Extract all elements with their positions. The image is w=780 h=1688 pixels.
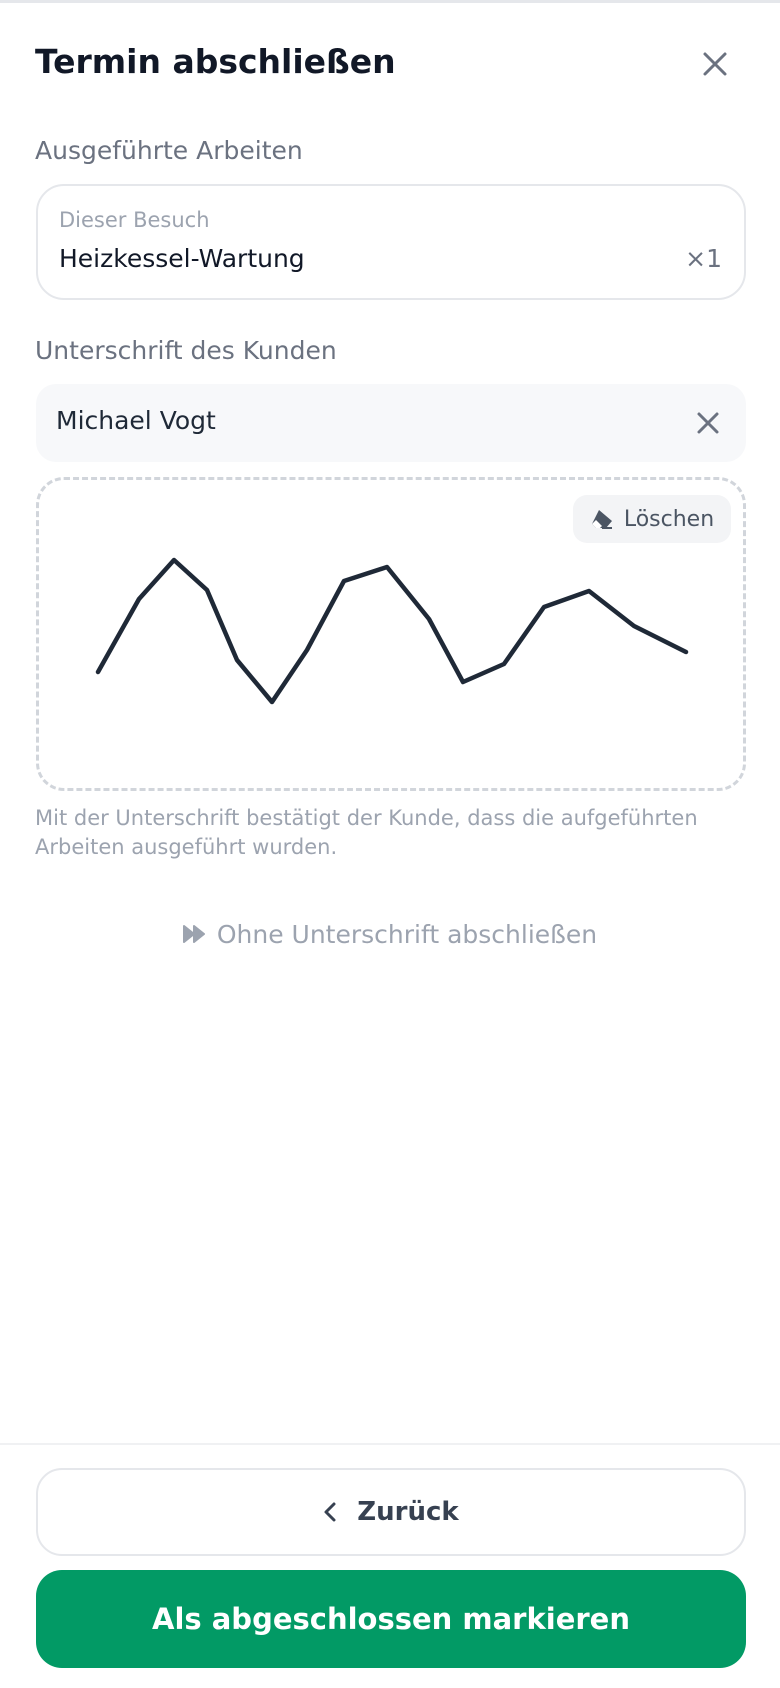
fast-forward-icon bbox=[182, 925, 205, 943]
footer-divider bbox=[0, 1443, 780, 1445]
close-icon bbox=[703, 52, 727, 76]
clear-signature-label: Löschen bbox=[623, 506, 715, 532]
signer-name-field[interactable]: Michael Vogt bbox=[36, 384, 746, 462]
work-section-label: Ausgeführte Arbeiten bbox=[35, 136, 303, 165]
signature-pad[interactable]: Löschen bbox=[36, 477, 746, 791]
back-button-label: Zurück bbox=[357, 1497, 459, 1527]
back-button[interactable]: Zurück bbox=[36, 1468, 746, 1556]
top-divider bbox=[0, 0, 780, 3]
skip-signature-link[interactable]: Ohne Unterschrift abschließen bbox=[0, 916, 780, 952]
signature-hint: Mit der Unterschrift bestätigt der Kunde… bbox=[35, 806, 698, 859]
complete-appointment-sheet: Termin abschließen Ausgeführte Arbeiten … bbox=[0, 0, 780, 1688]
mark-complete-label: Als abgeschlossen markieren bbox=[152, 1602, 630, 1636]
chevron-left-icon bbox=[324, 1502, 336, 1522]
work-item-quantity: ×1 bbox=[685, 244, 722, 273]
close-icon bbox=[697, 412, 719, 434]
signer-name-value: Michael Vogt bbox=[56, 406, 216, 435]
work-item-subtitle: Dieser Besuch bbox=[59, 208, 210, 232]
close-button[interactable] bbox=[695, 44, 735, 84]
clear-signature-button[interactable]: Löschen bbox=[573, 495, 731, 543]
work-item-name: Heizkessel-Wartung bbox=[59, 244, 305, 273]
page-title: Termin abschließen bbox=[35, 42, 396, 81]
clear-name-button[interactable] bbox=[688, 403, 728, 443]
mark-complete-button[interactable]: Als abgeschlossen markieren bbox=[36, 1570, 746, 1668]
sheet-header: Termin abschließen bbox=[35, 40, 735, 84]
work-item-card: Dieser Besuch Heizkessel-Wartung ×1 bbox=[36, 184, 746, 300]
eraser-icon bbox=[591, 510, 612, 529]
skip-signature-label: Ohne Unterschrift abschließen bbox=[216, 919, 598, 949]
signature-section-label: Unterschrift des Kunden bbox=[35, 336, 337, 365]
